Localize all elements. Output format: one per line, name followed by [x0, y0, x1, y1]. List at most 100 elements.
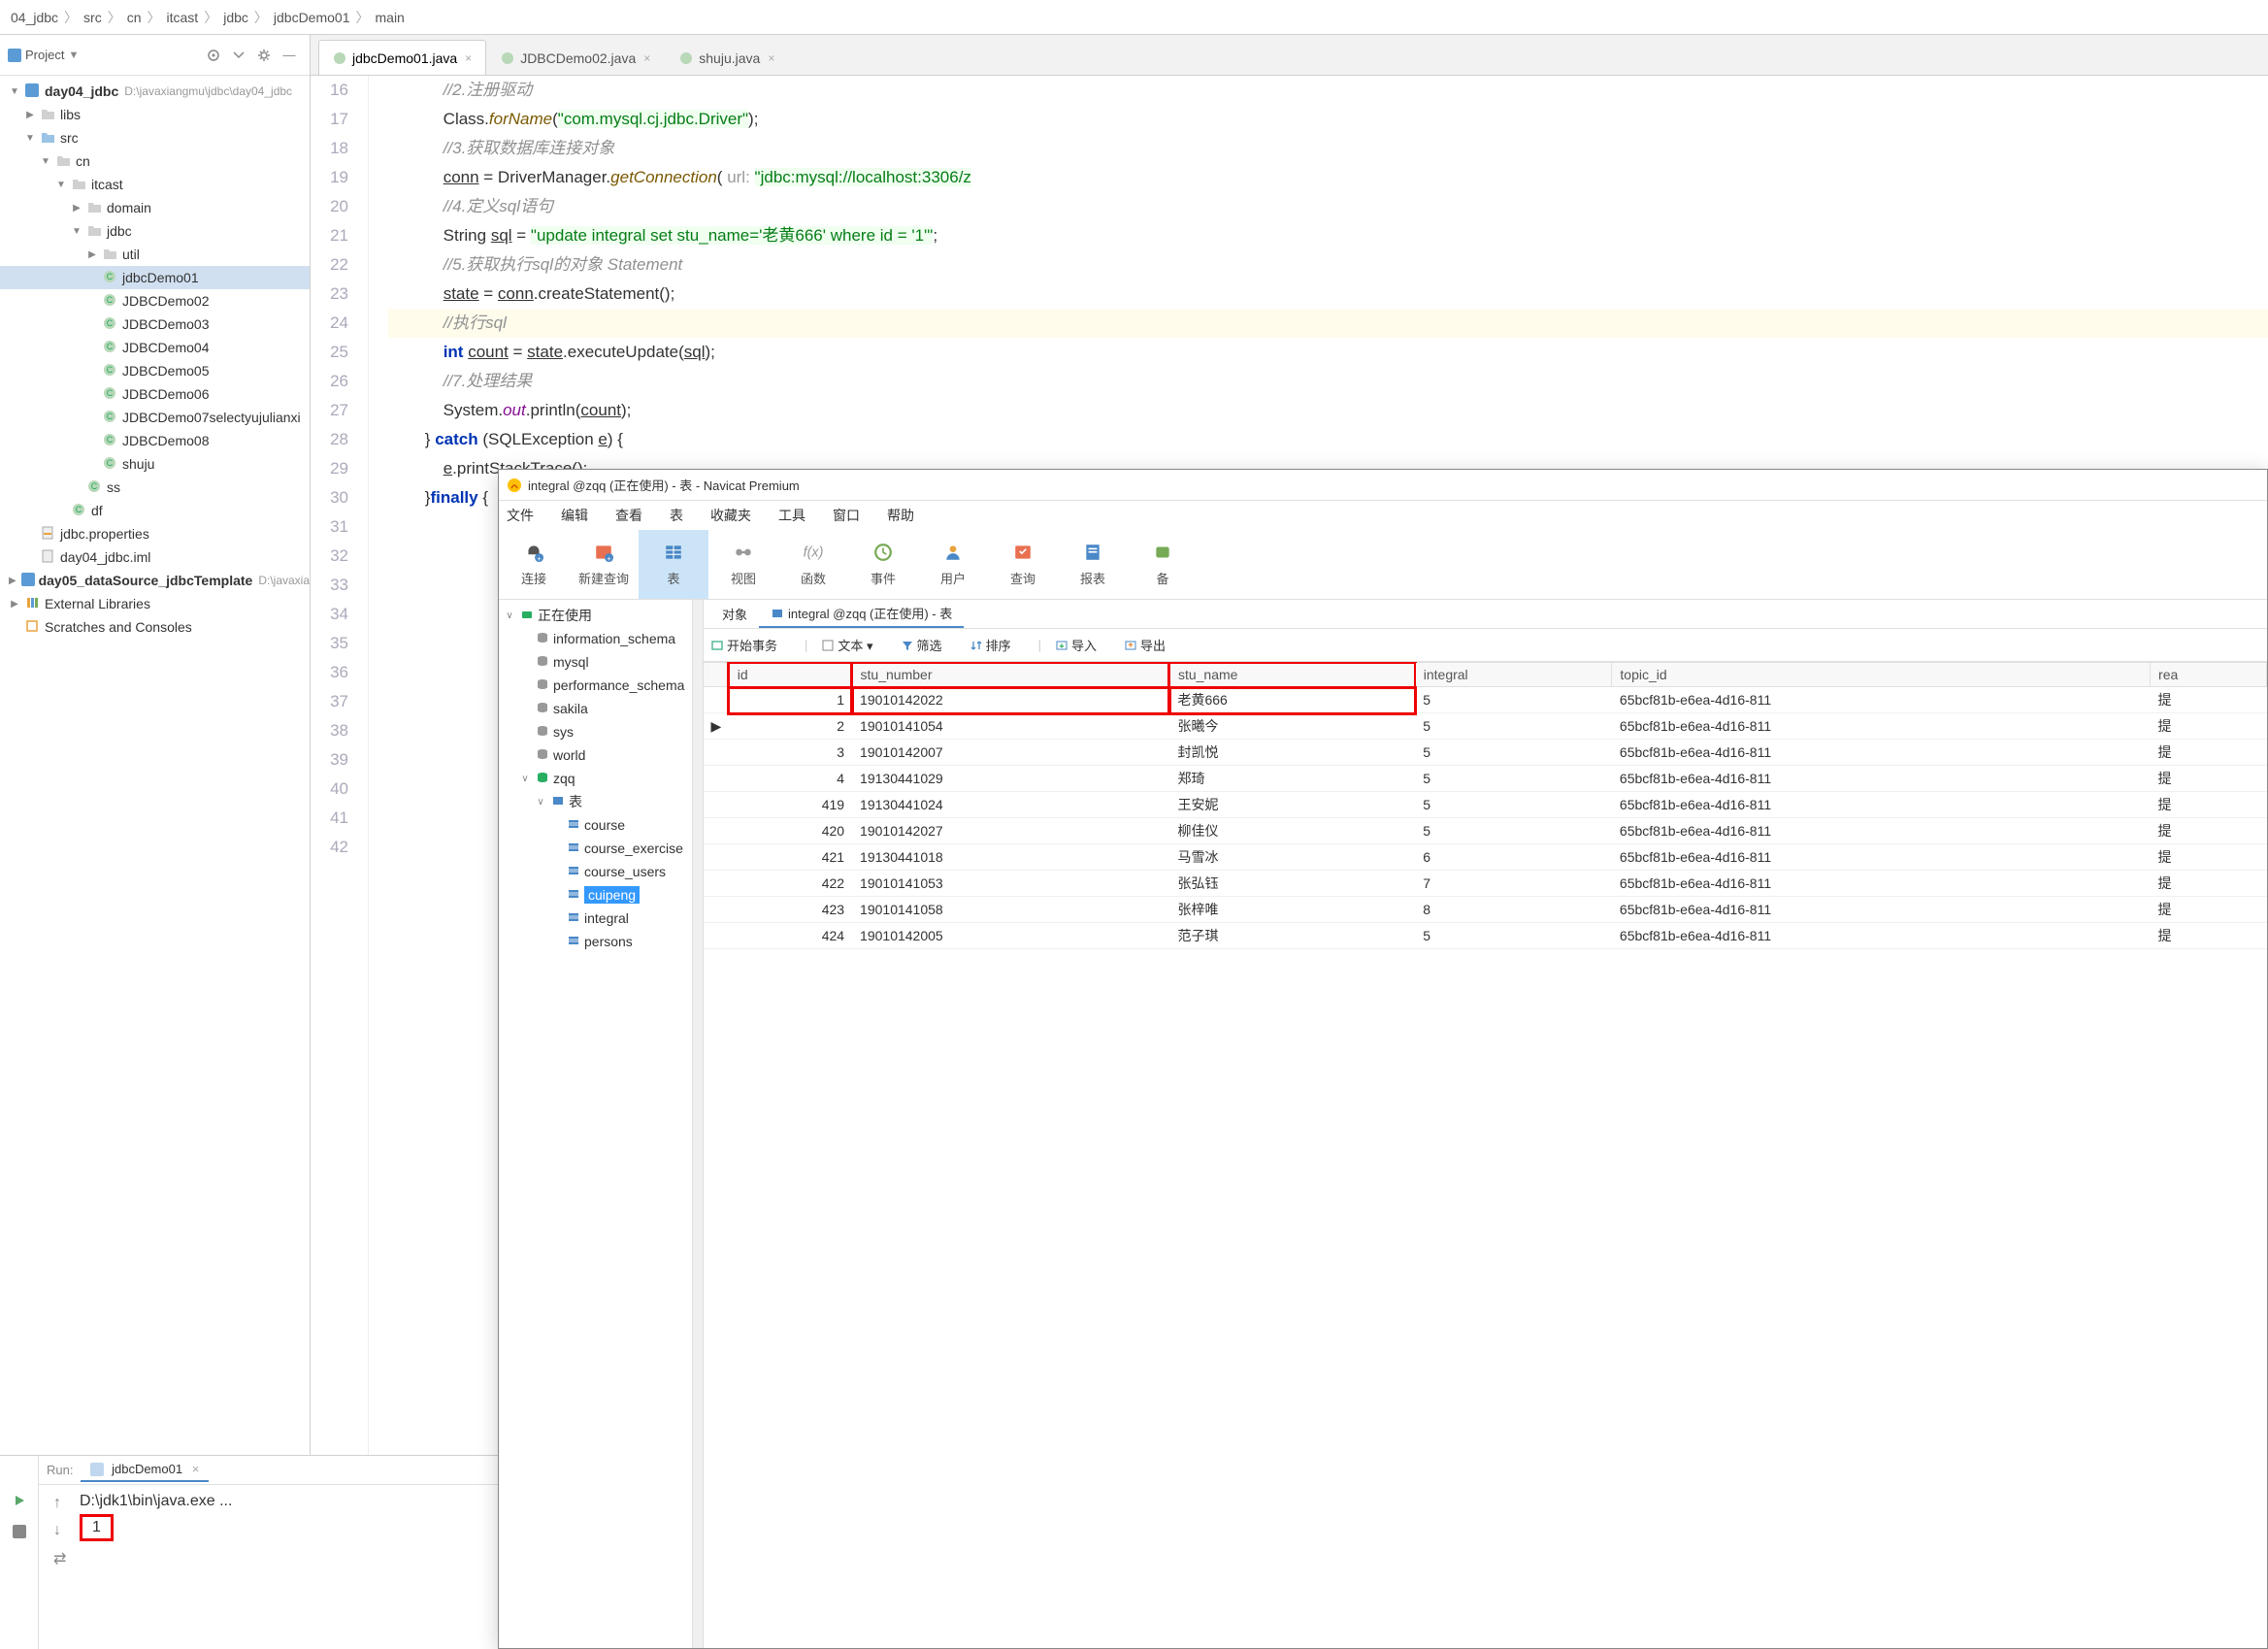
tree-item-day04_jdbc[interactable]: ▼day04_jdbcD:\javaxiangmu\jdbc\day04_jdb… [0, 80, 310, 103]
cell-topic-id[interactable]: 65bcf81b-e6ea-4d16-811 [1612, 871, 2151, 897]
project-title[interactable]: Project ▼ [8, 48, 201, 62]
breadcrumb-segment[interactable]: 04_jdbc [11, 10, 58, 25]
cell-stu-name[interactable]: 柳佳仪 [1169, 818, 1415, 844]
menu-编辑[interactable]: 编辑 [561, 506, 588, 525]
tree-item-jdbcdemo05[interactable]: CJDBCDemo05 [0, 359, 310, 382]
table-row[interactable]: 119010142022老黄666565bcf81b-e6ea-4d16-811… [704, 687, 2267, 713]
cell-stu-number[interactable]: 19130441024 [852, 792, 1169, 818]
cell-stu-number[interactable]: 19010141053 [852, 871, 1169, 897]
cell-topic-id[interactable]: 65bcf81b-e6ea-4d16-811 [1612, 897, 2151, 923]
cell-topic-id[interactable]: 65bcf81b-e6ea-4d16-811 [1612, 923, 2151, 949]
db-tree-item[interactable]: mysql [503, 650, 688, 674]
column-header[interactable]: topic_id [1612, 663, 2151, 687]
db-tree-item[interactable]: course [503, 813, 688, 837]
db-tree-item[interactable]: cuipeng [503, 883, 688, 907]
gear-icon[interactable] [253, 45, 275, 66]
close-icon[interactable]: × [192, 1462, 200, 1476]
tree-item-domain[interactable]: ▶domain [0, 196, 310, 219]
cell-stu-name[interactable]: 张曦今 [1169, 713, 1415, 740]
cell-stu-number[interactable]: 19010142007 [852, 740, 1169, 766]
tree-item-jdbcdemo01[interactable]: CjdbcDemo01 [0, 266, 310, 289]
cell-integral[interactable]: 5 [1415, 766, 1612, 792]
toolbar-备[interactable]: 备 [1128, 530, 1198, 599]
cell-integral[interactable]: 5 [1415, 740, 1612, 766]
cell-id[interactable]: 420 [729, 818, 852, 844]
text-button[interactable]: 文本 ▾ [821, 636, 886, 654]
toolbar-报表[interactable]: 报表 [1058, 530, 1128, 599]
cell-integral[interactable]: 6 [1415, 844, 1612, 871]
cell-id[interactable]: 3 [729, 740, 852, 766]
cell-id[interactable]: 422 [729, 871, 852, 897]
cell-stu-name[interactable]: 郑琦 [1169, 766, 1415, 792]
tree-arrow-icon[interactable]: ▶ [23, 110, 37, 120]
begin-transaction-button[interactable]: 开始事务 [710, 636, 791, 654]
breadcrumb-segment[interactable]: itcast [167, 10, 199, 25]
tree-item-jdbc.properties[interactable]: jdbc.properties [0, 522, 310, 545]
db-tree-item[interactable]: ∨表 [503, 790, 688, 813]
db-tree-item[interactable]: information_schema [503, 627, 688, 650]
cell-integral[interactable]: 5 [1415, 923, 1612, 949]
close-icon[interactable]: × [643, 51, 650, 65]
tree-item-jdbcdemo03[interactable]: CJDBCDemo03 [0, 313, 310, 336]
column-header[interactable]: stu_number [852, 663, 1169, 687]
column-header[interactable]: stu_name [1169, 663, 1415, 687]
rerun-icon[interactable] [6, 1487, 33, 1514]
db-tree-item[interactable]: course_users [503, 860, 688, 883]
cell-integral[interactable]: 8 [1415, 897, 1612, 923]
tree-item-shuju[interactable]: Cshuju [0, 452, 310, 476]
expand-icon[interactable] [228, 45, 249, 66]
cell-integral[interactable]: 5 [1415, 792, 1612, 818]
cell-integral[interactable]: 5 [1415, 687, 1612, 713]
tree-arrow-icon[interactable]: ▼ [23, 133, 37, 144]
cell-id[interactable]: 4 [729, 766, 852, 792]
column-header[interactable]: id [729, 663, 852, 687]
cell-id[interactable]: 419 [729, 792, 852, 818]
menu-文件[interactable]: 文件 [507, 506, 534, 525]
breadcrumb-segment[interactable]: cn [127, 10, 142, 25]
tree-item-ss[interactable]: Css [0, 476, 310, 499]
table-row[interactable]: 42419010142005范子琪565bcf81b-e6ea-4d16-811… [704, 923, 2267, 949]
cell-id[interactable]: 2 [729, 713, 852, 740]
cell-rea[interactable]: 提 [2151, 687, 2267, 713]
cell-rea[interactable]: 提 [2151, 713, 2267, 740]
toolbar-用户[interactable]: 用户 [918, 530, 988, 599]
cell-stu-name[interactable]: 范子琪 [1169, 923, 1415, 949]
cell-topic-id[interactable]: 65bcf81b-e6ea-4d16-811 [1612, 818, 2151, 844]
cell-rea[interactable]: 提 [2151, 818, 2267, 844]
cell-topic-id[interactable]: 65bcf81b-e6ea-4d16-811 [1612, 844, 2151, 871]
sort-button[interactable]: 排序 [970, 636, 1025, 654]
cell-topic-id[interactable]: 65bcf81b-e6ea-4d16-811 [1612, 713, 2151, 740]
tree-arrow-icon[interactable]: ∨ [518, 774, 532, 784]
tree-item-jdbcdemo07selectyujulianxi[interactable]: CJDBCDemo07selectyujulianxi [0, 406, 310, 429]
tree-item-jdbcdemo02[interactable]: CJDBCDemo02 [0, 289, 310, 313]
table-row[interactable]: 42319010141058张梓唯865bcf81b-e6ea-4d16-811… [704, 897, 2267, 923]
export-button[interactable]: 导出 [1124, 636, 1179, 654]
tree-item-day05_datasource_jdbctemplate[interactable]: ▶day05_dataSource_jdbcTemplateD:\javaxia [0, 569, 310, 592]
menu-查看[interactable]: 查看 [615, 506, 642, 525]
cell-integral[interactable]: 7 [1415, 871, 1612, 897]
tree-item-jdbc[interactable]: ▼jdbc [0, 219, 310, 243]
cell-stu-number[interactable]: 19010141054 [852, 713, 1169, 740]
tree-item-src[interactable]: ▼src [0, 126, 310, 149]
close-icon[interactable]: × [465, 51, 472, 65]
cell-rea[interactable]: 提 [2151, 871, 2267, 897]
cell-stu-number[interactable]: 19130441018 [852, 844, 1169, 871]
cell-integral[interactable]: 5 [1415, 713, 1612, 740]
navicat-titlebar[interactable]: integral @zqq (正在使用) - 表 - Navicat Premi… [499, 470, 2267, 501]
tree-item-scratches and consoles[interactable]: Scratches and Consoles [0, 615, 310, 639]
toolbar-函数[interactable]: f(x)函数 [778, 530, 848, 599]
menu-帮助[interactable]: 帮助 [887, 506, 914, 525]
project-tree[interactable]: ▼day04_jdbcD:\javaxiangmu\jdbc\day04_jdb… [0, 76, 310, 1455]
navicat-db-tree[interactable]: ∨正在使用information_schemamysqlperformance_… [499, 600, 693, 1648]
cell-stu-number[interactable]: 19010142027 [852, 818, 1169, 844]
tree-arrow-icon[interactable]: ▼ [54, 180, 68, 190]
filter-button[interactable]: 筛选 [901, 636, 956, 654]
column-header[interactable]: integral [1415, 663, 1612, 687]
cell-rea[interactable]: 提 [2151, 897, 2267, 923]
table-row[interactable]: 42119130441018马雪冰665bcf81b-e6ea-4d16-811… [704, 844, 2267, 871]
cell-stu-number[interactable]: 19130441029 [852, 766, 1169, 792]
cell-rea[interactable]: 提 [2151, 792, 2267, 818]
db-tree-item[interactable]: sakila [503, 697, 688, 720]
tree-arrow-icon[interactable]: ▼ [8, 86, 21, 97]
db-tree-item[interactable]: ∨正在使用 [503, 604, 688, 627]
